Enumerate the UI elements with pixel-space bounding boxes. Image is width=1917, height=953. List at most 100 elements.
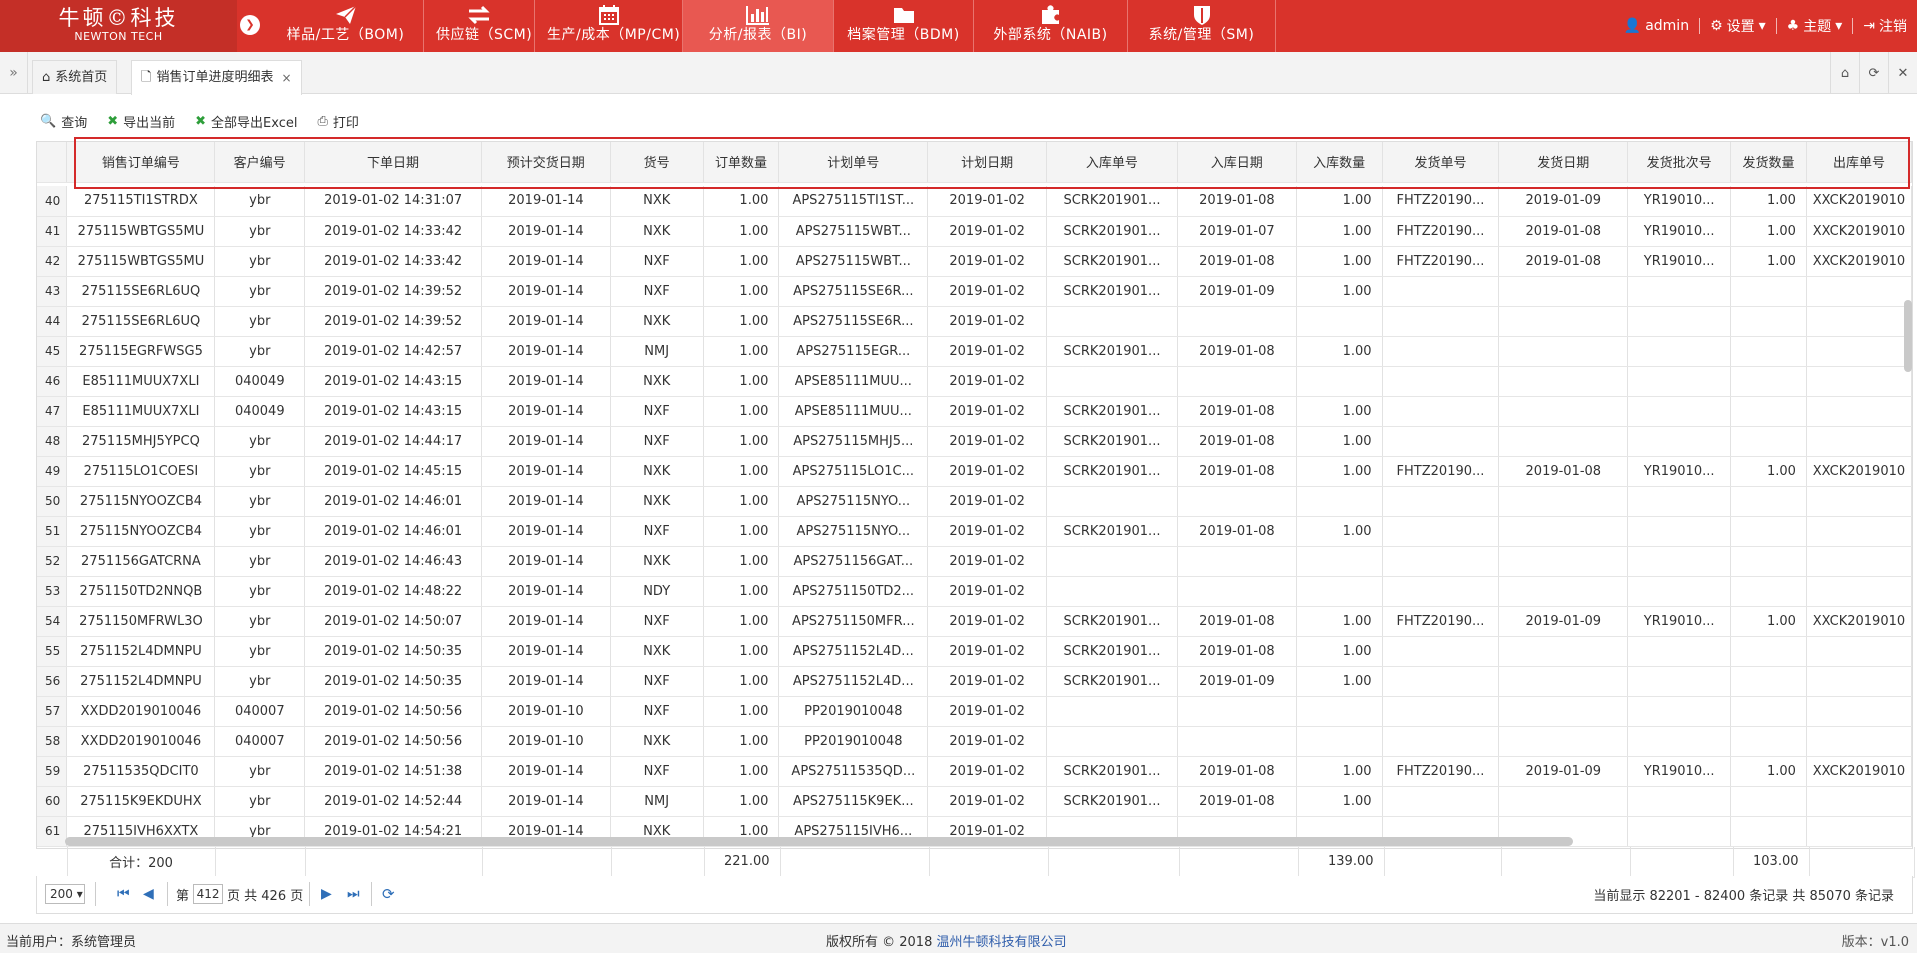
table-row[interactable]: 47 E85111MUUX7XLI 040049 2019-01-02 14:43:1… <box>37 396 1912 427</box>
table-cell: 1.00 <box>1296 246 1383 277</box>
column-header[interactable]: 发货单号 <box>1382 142 1500 183</box>
table-cell: 2751152L4DMNPU <box>66 666 216 697</box>
column-header[interactable]: 客户编号 <box>214 142 306 183</box>
table-cell: 2019-01-14 <box>481 786 611 817</box>
table-row[interactable]: 49 275115LO1COESI ybr 2019-01-02 14:45:15 20… <box>37 456 1912 487</box>
module-bom[interactable]: 样品/工艺（BOM) <box>268 0 424 52</box>
query-label: 查询 <box>61 115 88 131</box>
table-cell: 275115TI1STRDX <box>66 186 216 217</box>
logout-button[interactable]: ⇥ 注销 <box>1853 16 1917 36</box>
column-header[interactable]: 下单日期 <box>304 142 482 183</box>
table-row[interactable]: 55 2751152L4DMNPU ybr 2019-01-02 14:50:35 20… <box>37 636 1912 667</box>
last-page-icon[interactable]: ⏭ <box>347 887 361 901</box>
sidebar-toggle-icon[interactable]: » <box>0 52 28 94</box>
table-cell: 2019-01-14 <box>481 456 611 487</box>
close-icon[interactable]: ✕ <box>1888 52 1917 94</box>
column-header[interactable]: 计划日期 <box>927 142 1048 183</box>
table-row[interactable]: 57 XXDD2019010046 040007 2019-01-02 14:50:5… <box>37 696 1912 727</box>
excel-icon: ✖ <box>195 113 207 129</box>
table-cell: ybr <box>214 546 306 577</box>
column-header[interactable]: 货号 <box>610 142 704 183</box>
export-current-button[interactable]: ✖ 导出当前 <box>107 112 175 131</box>
table-row[interactable]: 45 275115EGRFWSG5 ybr 2019-01-02 14:42:57 20… <box>37 336 1912 367</box>
module-scm[interactable]: 供应链（SCM) <box>424 0 535 52</box>
column-header[interactable]: 发货日期 <box>1498 142 1629 183</box>
table-cell: NXF <box>610 666 704 697</box>
module-naib[interactable]: 外部系统（NAIB) <box>974 0 1128 52</box>
table-row[interactable]: 53 2751150TD2NNQB ybr 2019-01-02 14:48:22 20… <box>37 576 1912 607</box>
table-cell <box>1498 486 1629 517</box>
module-bi[interactable]: 分析/报表（BI) <box>683 0 834 52</box>
table-cell <box>1382 516 1500 547</box>
column-header[interactable]: 入库数量 <box>1296 142 1383 183</box>
company-link[interactable]: 温州牛顿科技有限公司 <box>937 935 1067 950</box>
table-row[interactable]: 46 E85111MUUX7XLI 040049 2019-01-02 14:43:1… <box>37 366 1912 397</box>
tab-sales-order-progress[interactable]: 🗋 销售订单进度明细表 × <box>131 60 302 95</box>
next-page-icon[interactable]: ▶ <box>321 887 335 901</box>
user-button[interactable]: 👤 admin <box>1614 18 1699 34</box>
column-header[interactable]: 发货数量 <box>1730 142 1808 183</box>
column-header[interactable]: 出库单号 <box>1806 142 1912 183</box>
horizontal-scrollbar[interactable] <box>65 837 1573 846</box>
chevron-right-icon[interactable]: ❯ <box>240 15 260 35</box>
document-icon: 🗋 <box>141 70 152 85</box>
column-header[interactable]: 销售订单编号 <box>66 142 216 183</box>
table-row[interactable]: 42 275115WBTGS5MU ybr 2019-01-02 14:33:42 20… <box>37 246 1912 277</box>
table-cell <box>1730 726 1807 757</box>
column-header[interactable]: 发货批次号 <box>1627 142 1732 183</box>
table-row[interactable]: 40 275115TI1STRDX ybr 2019-01-02 14:31:07 20… <box>37 186 1912 217</box>
column-header[interactable]: 入库单号 <box>1046 142 1178 183</box>
page-input[interactable]: 412 <box>193 884 224 904</box>
table-cell: NXK <box>610 216 704 247</box>
export-all-excel-button[interactable]: ✖ 全部导出Excel <box>195 112 297 131</box>
table-row[interactable]: 43 275115SE6RL6UQ ybr 2019-01-02 14:39:52 20… <box>37 276 1912 307</box>
table-row[interactable]: 58 XXDD2019010046 040007 2019-01-02 14:50:5… <box>37 726 1912 757</box>
table-row[interactable]: 44 275115SE6RL6UQ ybr 2019-01-02 14:39:52 20… <box>37 306 1912 337</box>
table-cell: 1.00 <box>1296 216 1383 247</box>
table-row[interactable]: 54 2751150MFRWL3O ybr 2019-01-02 14:50:07 20… <box>37 606 1912 637</box>
table-row[interactable]: 60 275115K9EKDUHX ybr 2019-01-02 14:52:44 20… <box>37 786 1912 817</box>
refresh-icon[interactable]: ⟳ <box>382 887 396 902</box>
close-icon[interactable]: × <box>281 62 291 94</box>
pager: 200 ▾ ⏮ ◀ 第 412 页 共 426 页 ▶ ⏭ ⟳ 当前显示 822… <box>36 876 1913 914</box>
table-cell: 2019-01-14 <box>481 306 611 337</box>
home-icon[interactable]: ⌂ <box>1830 52 1859 94</box>
row-number-header <box>37 142 68 183</box>
refresh-icon[interactable]: ⟳ <box>1859 52 1888 94</box>
page-size-select[interactable]: 200 ▾ <box>45 884 85 904</box>
current-user: 当前用户：系统管理员 <box>6 935 137 950</box>
tab-home[interactable]: ⌂ 系统首页 <box>32 60 118 94</box>
table-row[interactable]: 52 2751156GATCRNA ybr 2019-01-02 14:46:43 20… <box>37 546 1912 577</box>
table-row[interactable]: 51 275115NYOOZCB4 ybr 2019-01-02 14:46:01 20… <box>37 516 1912 547</box>
settings-button[interactable]: ⚙ 设置 ▾ <box>1700 16 1776 36</box>
table-cell: SCRK201901... <box>1046 456 1178 487</box>
prev-page-icon[interactable]: ◀ <box>143 887 157 901</box>
module-mp[interactable]: 生产/成本（MP/CM) <box>535 0 683 52</box>
table-row[interactable]: 50 275115NYOOZCB4 ybr 2019-01-02 14:46:01 20… <box>37 486 1912 517</box>
column-header[interactable]: 订单数量 <box>703 142 780 183</box>
table-cell: ybr <box>214 336 306 367</box>
table-row[interactable]: 59 27511535QDCIT0 ybr 2019-01-02 14:51:38 20… <box>37 756 1912 787</box>
table-cell: NXF <box>610 516 704 547</box>
query-button[interactable]: 🔍 查询 <box>40 112 87 131</box>
column-header[interactable]: 计划单号 <box>778 142 929 183</box>
print-button[interactable]: ⎙ 打印 <box>317 112 358 131</box>
grid-toolbar: 🔍 查询 ✖ 导出当前 ✖ 全部导出Excel ⎙ 打印 <box>40 108 359 134</box>
table-cell: 2019-01-08 <box>1177 786 1297 817</box>
table-row[interactable]: 48 275115MHJ5YPCQ ybr 2019-01-02 14:44:17 20… <box>37 426 1912 457</box>
table-cell <box>1296 696 1383 727</box>
table-row[interactable]: 41 275115WBTGS5MU ybr 2019-01-02 14:33:42 20… <box>37 216 1912 247</box>
vertical-scrollbar[interactable] <box>1904 300 1912 372</box>
table-cell <box>1177 546 1297 577</box>
theme-button[interactable]: ♣ 主题 ▾ <box>1777 16 1853 36</box>
table-cell: 2019-01-02 <box>927 186 1048 217</box>
row-number: 42 <box>37 246 68 277</box>
table-cell: 2019-01-02 <box>927 486 1048 517</box>
column-header[interactable]: 入库日期 <box>1177 142 1297 183</box>
table-row[interactable]: 56 2751152L4DMNPU ybr 2019-01-02 14:50:35 20… <box>37 666 1912 697</box>
first-page-icon[interactable]: ⏮ <box>117 887 131 901</box>
table-cell <box>1806 546 1912 577</box>
module-sm[interactable]: 系统/管理（SM) <box>1128 0 1276 52</box>
module-bdm[interactable]: 档案管理（BDM) <box>834 0 974 52</box>
column-header[interactable]: 预计交货日期 <box>481 142 611 183</box>
